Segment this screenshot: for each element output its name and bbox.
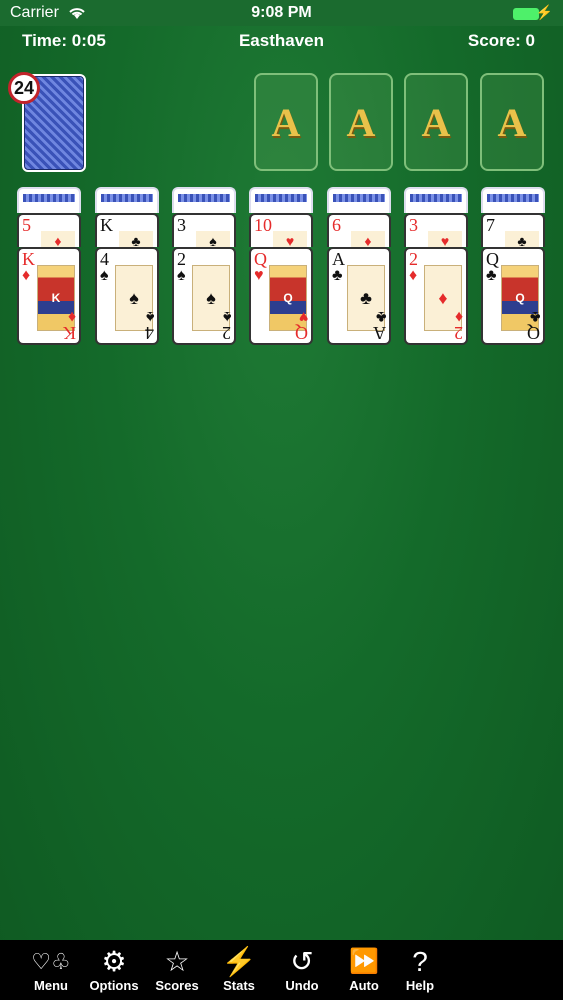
card-suit-icon: ♠: [100, 267, 109, 284]
help-button[interactable]: ? Help: [390, 944, 450, 993]
card-suit-icon: ♠: [177, 267, 186, 284]
card-rank: 2: [454, 323, 463, 343]
card-suit: ♣: [505, 231, 539, 247]
card-suit: ♥: [428, 231, 462, 247]
card-rank: 10: [254, 215, 272, 235]
foundation-ace-label: A: [497, 99, 527, 145]
gear-icon: ⚙: [101, 946, 127, 977]
card-suit-icon: ♣: [332, 267, 343, 284]
card-suit: ♥: [273, 231, 307, 247]
card-rank: K: [63, 323, 76, 343]
foundation-1[interactable]: A: [254, 73, 318, 171]
foundation-ace-label: A: [346, 99, 376, 145]
card-rank: 3: [409, 215, 418, 235]
undo-button[interactable]: ↺ Undo: [272, 944, 332, 993]
charging-icon: ⚡: [535, 4, 553, 20]
undo-label: Undo: [285, 978, 319, 993]
stats-label: Stats: [223, 978, 255, 993]
clock: 9:08 PM: [251, 4, 312, 21]
face-down-card: [327, 187, 391, 213]
card-rank: 2: [222, 323, 231, 343]
foundation-3[interactable]: A: [404, 73, 468, 171]
card-rank: K: [100, 215, 113, 235]
card-rank: 4: [100, 249, 109, 269]
scores-label: Scores: [155, 978, 199, 993]
tableau-3-covered-card[interactable]: 3 ♠: [172, 213, 236, 247]
bottom-toolbar: ♡♧ Menu ⚙ Options ☆ Scores ⚡ Stats ↺ Und…: [0, 940, 563, 1000]
card-suit: ♦: [351, 231, 385, 247]
card-suit-icon: ♠: [145, 308, 155, 325]
card-suit-icon: ♠: [222, 308, 232, 325]
foundation-ace-label: A: [271, 99, 301, 145]
card-rank: K: [22, 249, 35, 269]
card-rank: 5: [22, 215, 31, 235]
card-rank: 2: [409, 249, 418, 269]
foundation-ace-label: A: [421, 99, 451, 145]
card-suit-icon: ♦: [67, 308, 76, 325]
tableau-2-covered-card[interactable]: K ♣: [95, 213, 159, 247]
card-rank: 6: [332, 215, 341, 235]
auto-label: Auto: [349, 978, 379, 993]
options-label: Options: [89, 978, 139, 993]
card-rank: 4: [145, 323, 154, 343]
card-suit-icon: ♥: [298, 308, 309, 325]
card-rank: Q: [254, 249, 267, 269]
menu-label: Menu: [34, 978, 68, 993]
face-down-card: [249, 187, 313, 213]
help-icon: ?: [412, 946, 428, 977]
tableau-7-covered-card[interactable]: 7 ♣: [481, 213, 545, 247]
chart-line-icon: ⚡: [221, 946, 257, 977]
tableau-5-covered-card[interactable]: 6 ♦: [327, 213, 391, 247]
face-down-card: [481, 187, 545, 213]
card-rank: A: [373, 323, 386, 343]
card-suit-icon: ♣: [375, 308, 387, 325]
card-suit: ♦: [41, 231, 75, 247]
tableau-6-top-card[interactable]: 2 ♦ ♦ 2 ♦: [404, 247, 468, 345]
tableau-3-top-card[interactable]: 2 ♠ ♠ 2 ♠: [172, 247, 236, 345]
card-rank: 2: [177, 249, 186, 269]
card-suit-icon: ♦: [22, 267, 31, 284]
fast-forward-icon: ⏩: [349, 948, 379, 975]
game-header: Time: 0:05 Easthaven Score: 0: [0, 28, 563, 52]
card-rank: 3: [177, 215, 186, 235]
menu-button[interactable]: ♡♧ Menu: [21, 944, 81, 993]
card-suit-icon: ♣: [529, 308, 541, 325]
options-button[interactable]: ⚙ Options: [84, 944, 144, 993]
tableau-6-covered-card[interactable]: 3 ♥: [404, 213, 468, 247]
card-suit-icon: ♣: [486, 267, 497, 284]
face-down-card: [17, 187, 81, 213]
card-suit-icon: ♥: [254, 267, 264, 284]
tableau-5-top-card[interactable]: A ♣ ♣ A ♣: [327, 247, 391, 345]
tableau-1-top-card[interactable]: K ♦ K K ♦: [17, 247, 81, 345]
help-label: Help: [405, 978, 435, 993]
game-score: Score: 0: [467, 31, 535, 50]
card-rank: A: [332, 249, 345, 269]
tableau-7-top-card[interactable]: Q ♣ Q Q ♣: [481, 247, 545, 345]
stock-count-badge: 24: [8, 72, 40, 104]
face-down-card: [95, 187, 159, 213]
status-bar: Carrier 9:08 PM ⚡: [0, 0, 563, 26]
undo-icon: ↺: [290, 946, 314, 977]
scores-button[interactable]: ☆ Scores: [147, 944, 207, 993]
card-rank: Q: [527, 323, 540, 343]
star-icon: ☆: [164, 946, 190, 977]
card-rank: Q: [295, 323, 308, 343]
card-rank: Q: [486, 249, 499, 269]
auto-button[interactable]: ⏩ Auto: [334, 944, 394, 993]
tableau-4-covered-card[interactable]: 10 ♥: [249, 213, 313, 247]
foundation-4[interactable]: A: [480, 73, 544, 171]
tableau-2-top-card[interactable]: 4 ♠ ♠ 4 ♠: [95, 247, 159, 345]
foundation-2[interactable]: A: [329, 73, 393, 171]
card-suit-icon: ♦: [409, 267, 418, 284]
card-suit: ♣: [119, 231, 153, 247]
face-down-card: [404, 187, 468, 213]
card-rank: 7: [486, 215, 495, 235]
tableau-4-top-card[interactable]: Q ♥ Q Q ♥: [249, 247, 313, 345]
face-down-card: [172, 187, 236, 213]
card-suit-icon: ♦: [454, 308, 463, 325]
card-suits-icon: ♡♧: [31, 949, 71, 974]
tableau-1-covered-card[interactable]: 5 ♦: [17, 213, 81, 247]
card-suit: ♠: [196, 231, 230, 247]
stats-button[interactable]: ⚡ Stats: [209, 944, 269, 993]
